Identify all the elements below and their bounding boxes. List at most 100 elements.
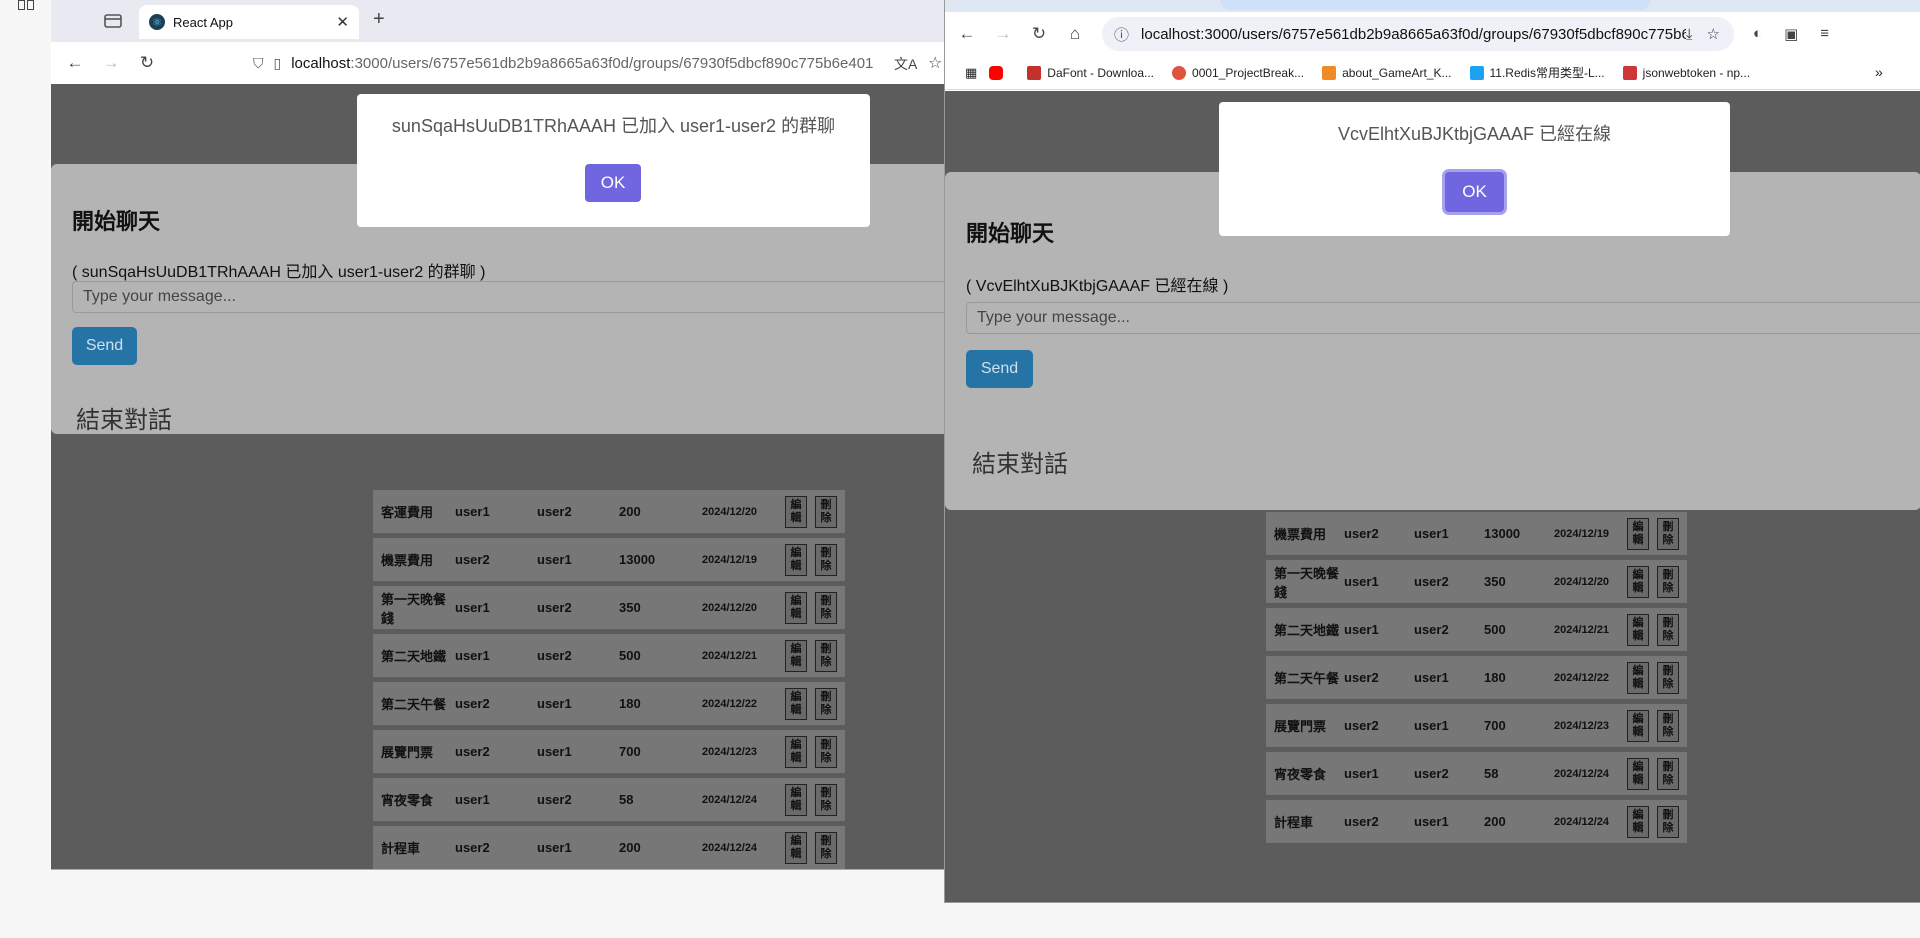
delete-button[interactable]: 刪除	[1657, 517, 1679, 550]
url-field[interactable]: ⛉ ▯ localhost:3000/users/6757e561db2b9a8…	[253, 47, 953, 79]
cell-item: 客運費用	[381, 505, 434, 520]
install-app-icon[interactable]: ⤓	[1686, 26, 1693, 43]
bookmark-item[interactable]: about_GameArt_K...	[1322, 65, 1452, 80]
edit-button[interactable]: 編輯	[785, 735, 807, 768]
edit-button[interactable]: 編輯	[785, 495, 807, 528]
ok-button[interactable]: OK	[1445, 172, 1504, 212]
cell-amount: 500	[619, 648, 641, 663]
edit-button[interactable]: 編輯	[785, 687, 807, 720]
cell-item: 第二天地鐵	[1274, 623, 1340, 638]
edit-button[interactable]: 編輯	[1627, 565, 1649, 598]
cell-payer: user1	[1344, 622, 1379, 637]
edit-button[interactable]: 編輯	[785, 543, 807, 576]
url-path: :3000/users/6757e561db2b9a8665a63f0d/gro…	[350, 54, 874, 72]
back-icon[interactable]: ←	[57, 53, 93, 73]
edit-button[interactable]: 編輯	[785, 591, 807, 624]
reload-icon[interactable]: ↻	[129, 53, 165, 73]
delete-button[interactable]: 刪除	[815, 591, 837, 624]
alert-message: VcvElhtXuBJKtbjGAAAF 已經在線	[1337, 124, 1612, 144]
edit-button[interactable]: 編輯	[785, 639, 807, 672]
delete-button[interactable]: 刪除	[815, 783, 837, 816]
ok-button[interactable]: OK	[585, 164, 641, 202]
edit-button[interactable]: 編輯	[1627, 757, 1649, 790]
send-button[interactable]: Send	[966, 350, 1033, 388]
delete-button[interactable]: 刪除	[1657, 613, 1679, 646]
table-row: 機票費用 user2 user1 13000 2024/12/19 編輯 刪除	[1266, 512, 1687, 555]
end-chat-button[interactable]: 結束對話	[76, 400, 172, 435]
bookmark-item[interactable]: 0001_ProjectBreak...	[1172, 65, 1304, 80]
cell-payee: user1	[537, 744, 572, 759]
delete-button[interactable]: 刪除	[815, 735, 837, 768]
table-row: 第一天晚餐錢 user1 user2 350 2024/12/20 編輯 刪除	[1266, 560, 1687, 603]
delete-button[interactable]: 刪除	[815, 831, 837, 864]
alert-modal: VcvElhtXuBJKtbjGAAAF 已經在線 OK	[1219, 102, 1730, 236]
table-row: 宵夜零食 user1 user2 58 2024/12/24 編輯 刪除	[373, 778, 845, 821]
delete-button[interactable]: 刪除	[1657, 709, 1679, 742]
apps-icon[interactable]: ▦	[965, 65, 977, 81]
cell-date: 2024/12/23	[702, 745, 758, 758]
edit-button[interactable]: 編輯	[1627, 805, 1649, 838]
end-chat-button[interactable]: 結束對話	[972, 444, 1068, 479]
extension-icon[interactable]: ◐	[1753, 25, 1762, 43]
more-bookmarks-icon[interactable]: »	[1875, 64, 1883, 80]
cell-payer: user1	[455, 600, 490, 615]
send-button[interactable]: Send	[72, 327, 137, 365]
bookmark-item[interactable]: jsonwebtoken - np...	[1622, 65, 1750, 80]
cell-date: 2024/12/22	[1554, 671, 1610, 684]
back-icon[interactable]: ←	[949, 24, 985, 44]
translate-icon[interactable]: 文A	[894, 54, 917, 74]
delete-button[interactable]: 刪除	[815, 687, 837, 720]
cell-payee: user1	[1414, 814, 1449, 829]
cell-amount: 180	[1484, 670, 1506, 685]
cell-amount: 58	[619, 792, 634, 807]
forward-icon[interactable]: →	[985, 24, 1021, 44]
table-row: 展覽門票 user2 user1 700 2024/12/23 編輯 刪除	[373, 730, 845, 773]
delete-button[interactable]: 刪除	[1657, 565, 1679, 598]
delete-button[interactable]: 刪除	[1657, 661, 1679, 694]
delete-button[interactable]: 刪除	[815, 495, 837, 528]
chat-status-note: ( VcvElhtXuBJKtbjGAAAF 已經在線 )	[966, 278, 1229, 295]
page-info-icon[interactable]: ▯	[274, 55, 282, 72]
cell-amount: 700	[1484, 718, 1506, 733]
page-info-icon[interactable]: ⓘ	[1114, 24, 1129, 45]
edit-button[interactable]: 編輯	[1627, 517, 1649, 550]
bookmark-item[interactable]: 11.Redis常用类型-L...	[1469, 64, 1605, 81]
cell-payer: user1	[455, 504, 490, 519]
edit-button[interactable]: 編輯	[785, 783, 807, 816]
star-icon[interactable]: ☆	[1707, 25, 1720, 43]
message-input[interactable]	[966, 302, 1920, 334]
omnibox[interactable]: ⓘ localhost:3000/users/6757e561db2b9a866…	[1102, 17, 1734, 51]
delete-button[interactable]: 刪除	[1657, 805, 1679, 838]
forward-icon[interactable]: →	[93, 53, 129, 73]
star-icon[interactable]: ☆	[928, 53, 942, 73]
puzzle-icon[interactable]: ▣	[1784, 25, 1798, 43]
apps-grid-icon[interactable]	[18, 0, 34, 10]
cell-amount: 350	[619, 600, 641, 615]
cell-date: 2024/12/21	[702, 649, 758, 662]
delete-button[interactable]: 刪除	[1657, 757, 1679, 790]
edit-button[interactable]: 編輯	[1627, 613, 1649, 646]
cell-date: 2024/12/24	[702, 841, 758, 854]
new-tab-icon[interactable]: +	[373, 8, 385, 31]
table-row: 第二天地鐵 user1 user2 500 2024/12/21 編輯 刪除	[1266, 608, 1687, 651]
tab-bar: ⚛ React App ✕ +	[51, 0, 955, 42]
tab-react-app[interactable]: ⚛ React App ✕	[139, 5, 359, 39]
chat-title: 開始聊天	[966, 221, 1055, 247]
home-icon[interactable]: ⌂	[1057, 24, 1093, 44]
delete-button[interactable]: 刪除	[815, 543, 837, 576]
message-input[interactable]	[72, 281, 955, 313]
menu-icon[interactable]: ≡	[1820, 25, 1829, 43]
expense-table: 機票費用 user2 user1 13000 2024/12/19 編輯 刪除 第一天晚餐錢 u…	[1266, 512, 1687, 848]
edit-button[interactable]: 編輯	[785, 831, 807, 864]
table-row: 客運費用 user1 user2 200 2024/12/20 編輯 刪除	[373, 490, 845, 533]
delete-button[interactable]: 刪除	[815, 639, 837, 672]
cell-payee: user1	[537, 840, 572, 855]
youtube-bookmark-icon[interactable]	[989, 65, 1009, 80]
reload-icon[interactable]: ↻	[1021, 24, 1057, 44]
tab-groups-icon[interactable]	[103, 11, 123, 29]
bookmark-item[interactable]: DaFont - Downloa...	[1027, 65, 1154, 80]
table-row: 計程車 user2 user1 200 2024/12/24 編輯 刪除	[1266, 800, 1687, 843]
edit-button[interactable]: 編輯	[1627, 661, 1649, 694]
edit-button[interactable]: 編輯	[1627, 709, 1649, 742]
close-icon[interactable]: ✕	[336, 13, 349, 31]
